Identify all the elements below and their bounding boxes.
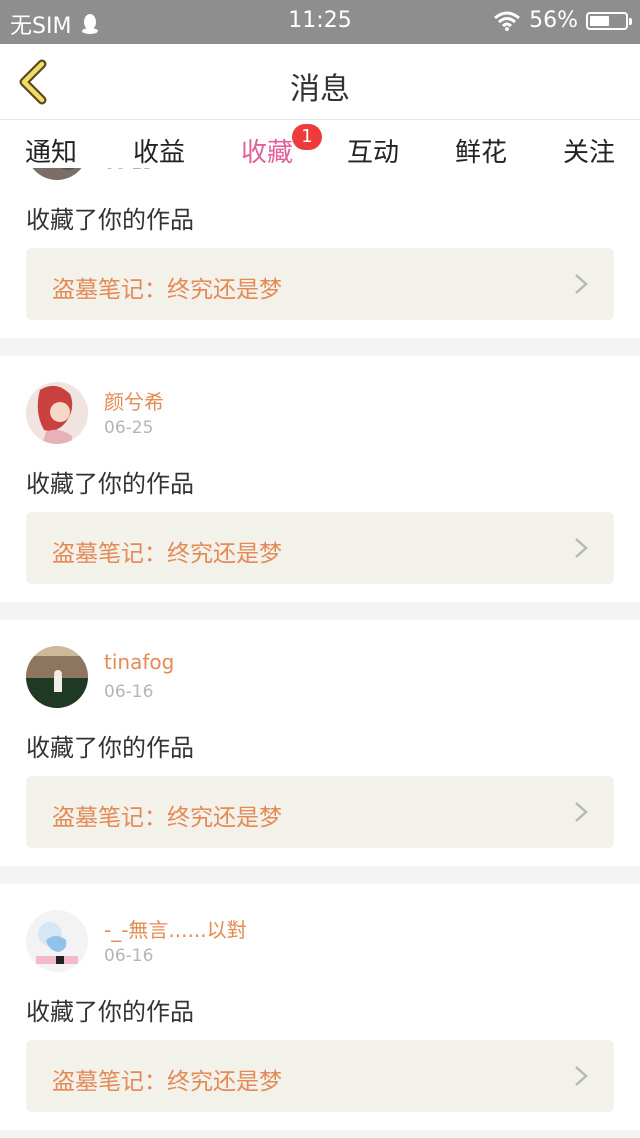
username[interactable]: -_-無言......以對 <box>104 914 247 943</box>
tab-following[interactable]: 关注 <box>544 132 634 169</box>
page-title: 消息 <box>290 72 350 107</box>
work-link[interactable]: 盗墓笔记：终究还是梦 <box>26 248 614 320</box>
chevron-right-icon <box>575 1066 588 1086</box>
message-text: 收藏了你的作品 <box>26 734 194 762</box>
chevron-right-icon <box>575 802 588 822</box>
avatar[interactable] <box>26 646 88 708</box>
message-date: 06-16 <box>104 946 154 966</box>
message-card: tinafog 06-16 收藏了你的作品 盗墓笔记：终究还是梦 <box>0 620 640 866</box>
tab-label: 互动 <box>346 138 399 168</box>
unread-badge: 1 <box>292 124 322 150</box>
message-card: -_-無言......以對 06-16 收藏了你的作品 盗墓笔记：终究还是梦 <box>0 884 640 1130</box>
message-list[interactable]: 06-25 收藏了你的作品 盗墓笔记：终究还是梦 颜兮希 06-25 收藏了你的… <box>0 168 640 1138</box>
avatar[interactable] <box>26 382 88 444</box>
avatar[interactable] <box>26 168 88 180</box>
battery-icon <box>586 11 632 30</box>
message-card: 颜兮希 06-25 收藏了你的作品 盗墓笔记：终究还是梦 <box>0 356 640 602</box>
wifi-icon <box>494 11 521 31</box>
message-date: 06-25 <box>104 168 153 174</box>
tab-label: 通知 <box>24 138 77 168</box>
username[interactable]: 颜兮希 <box>104 386 164 415</box>
tab-flowers[interactable]: 鲜花 <box>436 132 526 169</box>
chevron-right-icon <box>575 274 588 294</box>
message-text: 收藏了你的作品 <box>26 998 194 1026</box>
work-link[interactable]: 盗墓笔记：终究还是梦 <box>26 1040 614 1112</box>
message-text: 收藏了你的作品 <box>26 470 194 498</box>
tab-interactions[interactable]: 互动 <box>328 132 418 169</box>
tab-favorites[interactable]: 收藏 1 <box>222 124 322 187</box>
work-title: 盗墓笔记：终究还是梦 <box>52 1069 282 1095</box>
work-title: 盗墓笔记：终究还是梦 <box>52 805 282 831</box>
tab-label: 关注 <box>562 138 615 168</box>
message-date: 06-25 <box>104 418 154 438</box>
avatar[interactable] <box>26 910 88 972</box>
message-text: 收藏了你的作品 <box>26 206 194 234</box>
battery-percent: 56% <box>529 8 578 33</box>
chevron-right-icon <box>575 538 588 558</box>
tab-label: 收藏 <box>240 138 293 168</box>
status-bar: 无SIM 11:25 56% <box>0 0 640 44</box>
work-title: 盗墓笔记：终究还是梦 <box>52 541 282 567</box>
work-title: 盗墓笔记：终究还是梦 <box>52 277 282 303</box>
tab-label: 鲜花 <box>454 138 507 168</box>
username[interactable]: tinafog <box>104 650 174 674</box>
system-indicators: 56% <box>493 8 632 33</box>
work-link[interactable]: 盗墓笔记：终究还是梦 <box>26 776 614 848</box>
tab-notifications[interactable]: 通知 <box>6 132 96 169</box>
work-link[interactable]: 盗墓笔记：终究还是梦 <box>26 512 614 584</box>
navigation-bar: 消息 <box>0 44 640 120</box>
tab-earnings[interactable]: 收益 <box>114 132 204 169</box>
tab-label: 收益 <box>132 138 185 168</box>
message-card: 06-25 收藏了你的作品 盗墓笔记：终究还是梦 <box>0 168 640 338</box>
message-date: 06-16 <box>104 682 154 702</box>
